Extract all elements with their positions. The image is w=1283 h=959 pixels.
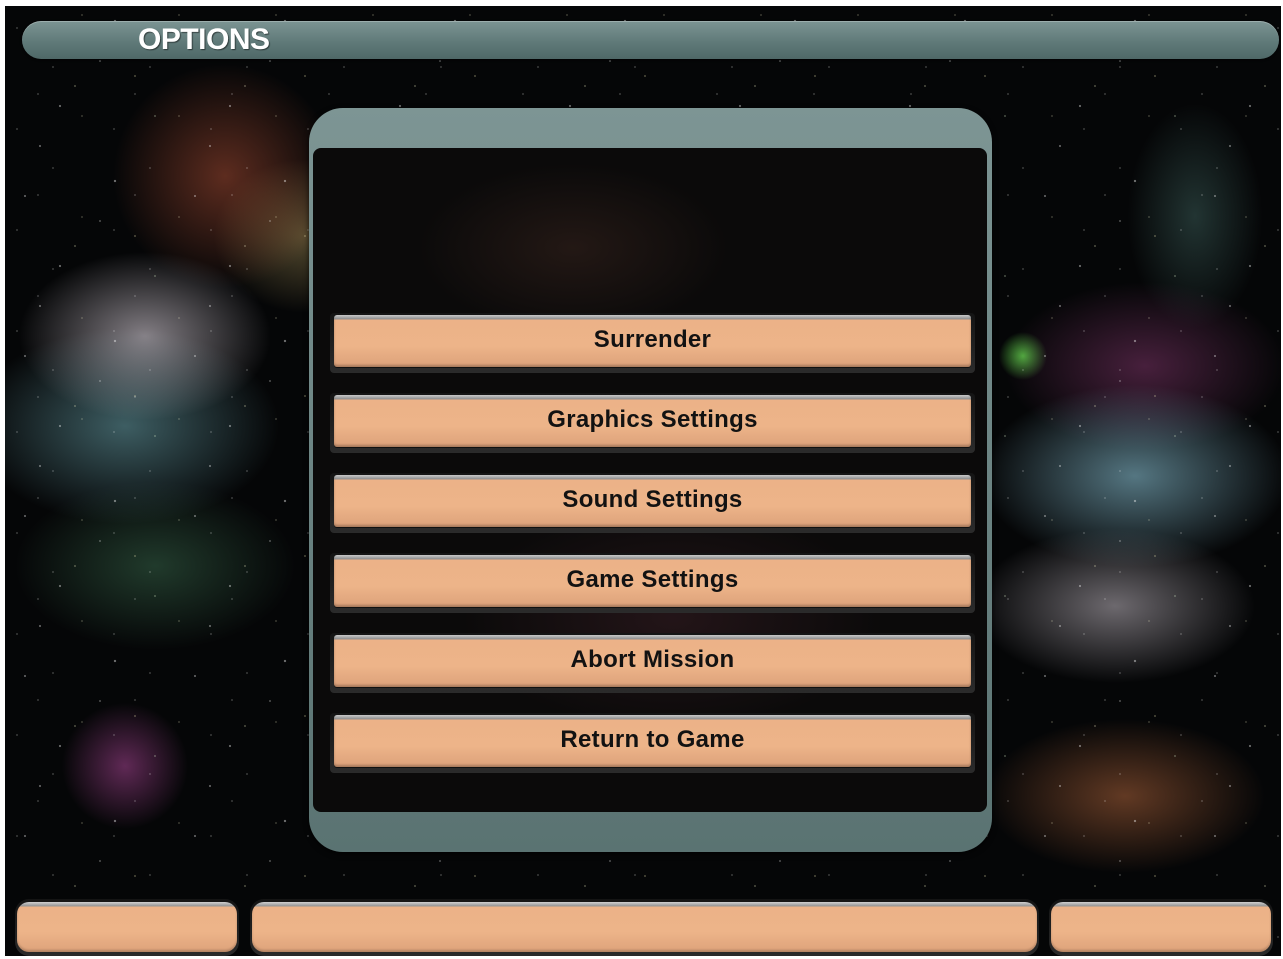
- return-to-game-button-label: Return to Game: [560, 726, 745, 753]
- bottom-bar-left-face: [17, 902, 237, 952]
- game-settings-button[interactable]: Game Settings: [330, 553, 975, 613]
- bottom-bar-center-face: [252, 902, 1037, 952]
- graphics-settings-button-label: Graphics Settings: [547, 406, 758, 433]
- abort-mission-button-label: Abort Mission: [570, 646, 735, 673]
- sound-settings-button[interactable]: Sound Settings: [330, 473, 975, 533]
- surrender-button[interactable]: Surrender: [330, 313, 975, 373]
- space-background: OPTIONS Surrender Graphics Settings Soun…: [5, 6, 1281, 956]
- options-panel: Surrender Graphics Settings Sound Settin…: [309, 108, 992, 852]
- bottom-bar-right-face: [1051, 902, 1271, 952]
- bottom-bar-left-slot: [15, 899, 239, 956]
- graphics-settings-button[interactable]: Graphics Settings: [330, 393, 975, 453]
- game-settings-button-label: Game Settings: [566, 566, 739, 593]
- page-title: OPTIONS: [138, 23, 270, 56]
- bottom-bar-right-slot: [1049, 899, 1273, 956]
- return-to-game-button[interactable]: Return to Game: [330, 713, 975, 773]
- title-bar: OPTIONS: [22, 21, 1279, 59]
- bottom-bar-center-slot: [250, 899, 1039, 956]
- surrender-button-label: Surrender: [593, 326, 712, 353]
- abort-mission-button[interactable]: Abort Mission: [330, 633, 975, 693]
- options-panel-body: Surrender Graphics Settings Sound Settin…: [313, 148, 987, 812]
- sound-settings-button-label: Sound Settings: [562, 486, 743, 513]
